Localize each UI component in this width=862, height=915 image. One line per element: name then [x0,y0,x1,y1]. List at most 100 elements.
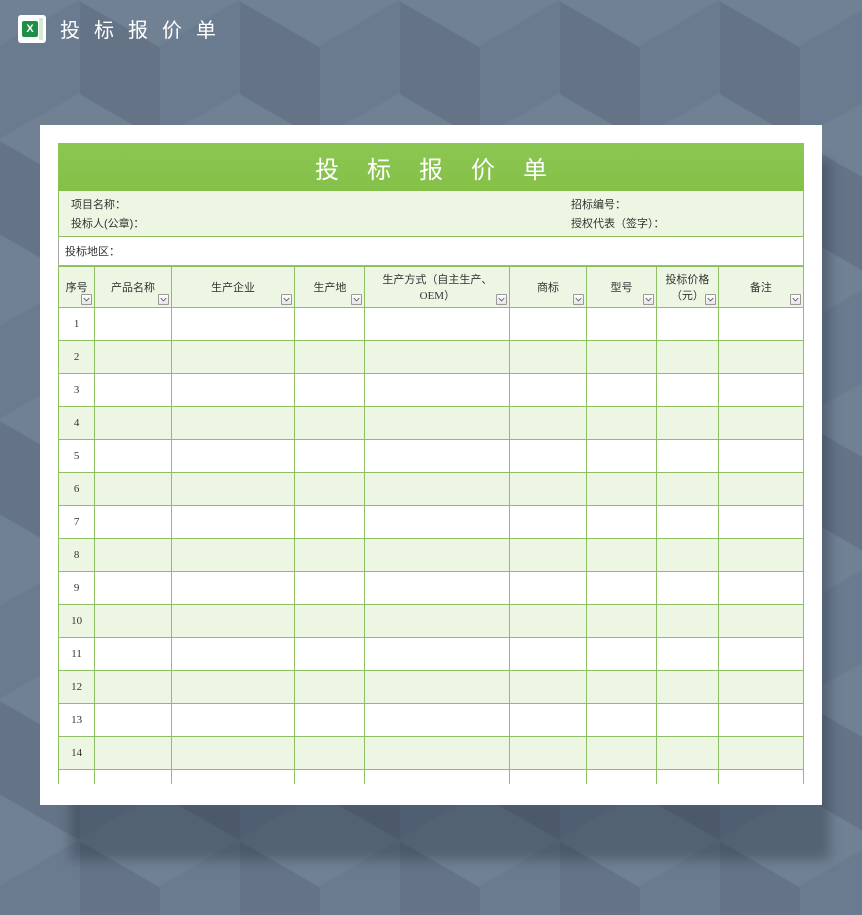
cell-model[interactable] [586,539,656,572]
filter-dropdown-icon[interactable] [705,294,716,305]
cell-manuf[interactable] [171,638,294,671]
cell-origin[interactable] [295,473,365,506]
cell-price[interactable] [657,473,719,506]
cell-product[interactable] [95,704,172,737]
cell-seq[interactable]: 2 [59,341,95,374]
cell-seq[interactable]: 4 [59,407,95,440]
cell-trademark[interactable] [510,473,587,506]
cell-method[interactable] [365,473,510,506]
cell-trademark[interactable] [510,671,587,704]
cell-product[interactable] [95,506,172,539]
cell-price[interactable] [657,704,719,737]
cell-price[interactable] [657,374,719,407]
cell-product[interactable] [95,407,172,440]
cell-manuf[interactable] [171,473,294,506]
cell-method[interactable] [365,572,510,605]
cell-manuf[interactable] [171,704,294,737]
cell-trademark[interactable] [510,704,587,737]
cell-product[interactable] [95,341,172,374]
cell-origin[interactable] [295,605,365,638]
cell-model[interactable] [586,308,656,341]
cell-price[interactable] [657,605,719,638]
cell-seq[interactable]: 12 [59,671,95,704]
cell-price[interactable] [657,308,719,341]
cell-product[interactable] [95,440,172,473]
cell-manuf[interactable] [171,308,294,341]
cell-remark[interactable] [718,572,803,605]
cell-model[interactable] [586,473,656,506]
filter-dropdown-icon[interactable] [496,294,507,305]
cell-model[interactable] [586,638,656,671]
cell-model[interactable] [586,704,656,737]
cell-trademark[interactable] [510,737,587,770]
cell-method[interactable] [365,506,510,539]
cell-origin[interactable] [295,638,365,671]
filter-dropdown-icon[interactable] [573,294,584,305]
cell-manuf[interactable] [171,671,294,704]
cell-manuf[interactable] [171,341,294,374]
cell-model[interactable] [586,572,656,605]
cell-method[interactable] [365,407,510,440]
cell-seq[interactable]: 10 [59,605,95,638]
filter-dropdown-icon[interactable] [643,294,654,305]
cell-trademark[interactable] [510,308,587,341]
cell-seq[interactable]: 13 [59,704,95,737]
cell-origin[interactable] [295,539,365,572]
cell-remark[interactable] [718,407,803,440]
cell-origin[interactable] [295,308,365,341]
cell-model[interactable] [586,407,656,440]
cell-origin[interactable] [295,341,365,374]
cell-remark[interactable] [718,473,803,506]
cell-product[interactable] [95,737,172,770]
cell-price[interactable] [657,671,719,704]
cell-origin[interactable] [295,572,365,605]
cell-seq[interactable]: 5 [59,440,95,473]
cell-price[interactable] [657,341,719,374]
cell-trademark[interactable] [510,407,587,440]
cell-manuf[interactable] [171,506,294,539]
cell-origin[interactable] [295,407,365,440]
cell-remark[interactable] [718,374,803,407]
cell-remark[interactable] [718,671,803,704]
cell-product[interactable] [95,308,172,341]
cell-method[interactable] [365,638,510,671]
cell-manuf[interactable] [171,539,294,572]
cell-model[interactable] [586,605,656,638]
cell-model[interactable] [586,341,656,374]
cell-origin[interactable] [295,704,365,737]
cell-product[interactable] [95,638,172,671]
cell-remark[interactable] [718,308,803,341]
cell-method[interactable] [365,671,510,704]
cell-origin[interactable] [295,374,365,407]
filter-dropdown-icon[interactable] [158,294,169,305]
cell-origin[interactable] [295,440,365,473]
cell-price[interactable] [657,539,719,572]
cell-product[interactable] [95,374,172,407]
cell-price[interactable] [657,440,719,473]
cell-method[interactable] [365,341,510,374]
cell-trademark[interactable] [510,506,587,539]
cell-remark[interactable] [718,539,803,572]
cell-price[interactable] [657,737,719,770]
cell-trademark[interactable] [510,605,587,638]
cell-method[interactable] [365,374,510,407]
cell-seq[interactable]: 9 [59,572,95,605]
cell-trademark[interactable] [510,539,587,572]
cell-remark[interactable] [718,605,803,638]
filter-dropdown-icon[interactable] [81,294,92,305]
cell-seq[interactable]: 1 [59,308,95,341]
cell-remark[interactable] [718,704,803,737]
cell-manuf[interactable] [171,572,294,605]
cell-product[interactable] [95,605,172,638]
cell-remark[interactable] [718,737,803,770]
cell-method[interactable] [365,308,510,341]
cell-seq[interactable]: 3 [59,374,95,407]
cell-price[interactable] [657,506,719,539]
cell-model[interactable] [586,671,656,704]
cell-remark[interactable] [718,506,803,539]
cell-method[interactable] [365,440,510,473]
cell-trademark[interactable] [510,374,587,407]
cell-model[interactable] [586,374,656,407]
cell-model[interactable] [586,506,656,539]
cell-manuf[interactable] [171,737,294,770]
